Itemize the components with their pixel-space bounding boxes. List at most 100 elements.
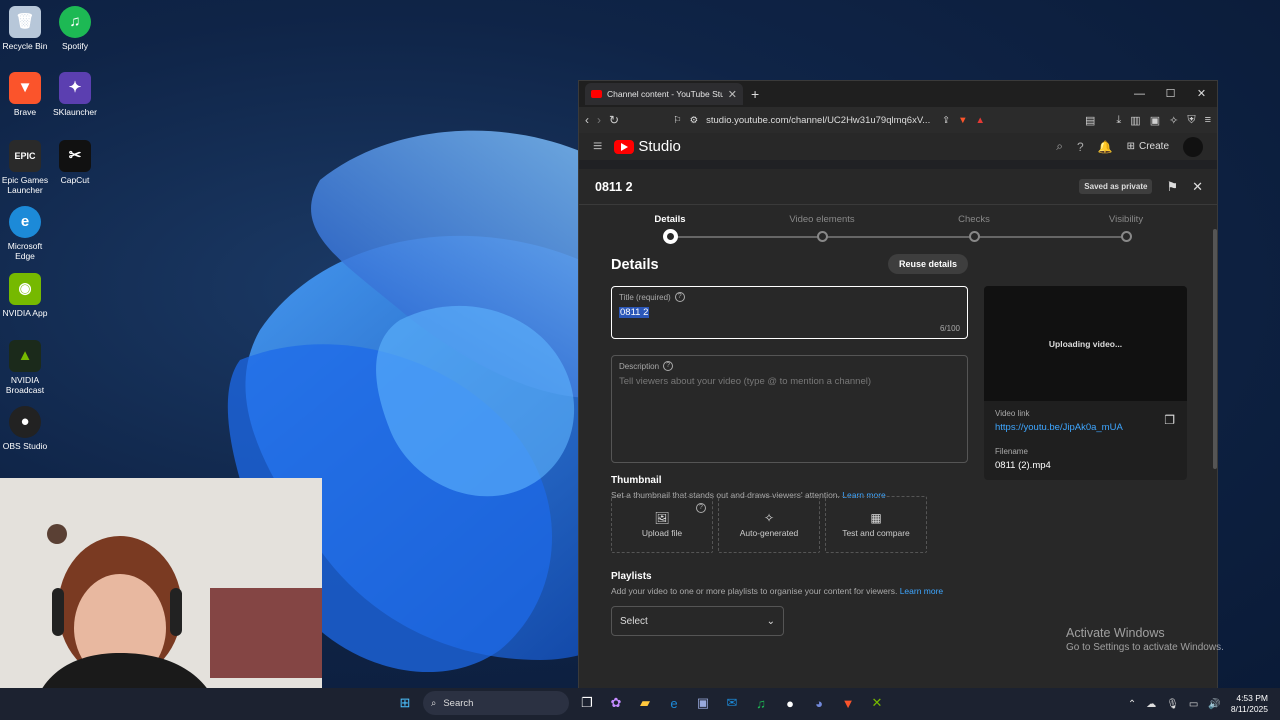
step-visibility[interactable]: Visibility <box>1076 214 1176 225</box>
store-icon[interactable]: ▣ <box>692 692 714 714</box>
desktop-icon-obs[interactable]: ● OBS Studio <box>0 406 50 451</box>
clock[interactable]: 4:53 PM 8/11/2025 <box>1231 693 1268 715</box>
thumbnail-option-label: Auto-generated <box>739 528 799 538</box>
clock-date: 8/11/2025 <box>1230 704 1268 714</box>
create-label: Create <box>1138 141 1169 152</box>
chevron-up-icon[interactable]: ⌃ <box>1128 699 1136 710</box>
upload-stepper: Details Video elements Checks Visibility <box>579 205 1217 253</box>
download-icon[interactable]: ⤓ <box>1116 114 1121 127</box>
dialog-title: 0811 2 <box>595 179 633 194</box>
start-icon[interactable]: ⊞ <box>394 692 416 714</box>
title-field[interactable]: Title (required) ? 0811 2 6/100 <box>611 286 968 339</box>
desktop-icon-spotify[interactable]: ♫ Spotify <box>50 6 100 51</box>
brave-rewards-icon[interactable]: ▲ <box>976 115 985 126</box>
desktop-icon-label: NVIDIA Broadcast <box>5 375 45 395</box>
desktop-icon-epic-games[interactable]: EPIC Epic Games Launcher <box>0 140 50 195</box>
desktop-icon-recycle-bin[interactable]: 🗑 Recycle Bin <box>0 6 50 51</box>
wallet-icon[interactable]: ▣ <box>1150 114 1160 127</box>
epic-games-icon: EPIC <box>9 140 41 172</box>
url-text[interactable]: studio.youtube.com/channel/UC2Hw31u79qlm… <box>706 115 934 126</box>
vpn-icon[interactable]: ⛨ <box>1187 114 1195 127</box>
search-icon[interactable]: ⌕ <box>1056 139 1063 154</box>
auto-generated-option[interactable]: ✧ Auto-generated <box>718 496 820 553</box>
dialog-scrollbar[interactable] <box>1213 229 1217 469</box>
xbox-icon[interactable]: ✕ <box>866 692 888 714</box>
tab-youtube-studio[interactable]: Channel content - YouTube Studio ✕ <box>585 83 743 105</box>
hamburger-icon[interactable]: ≡ <box>593 138 602 156</box>
desktop-icon-capcut[interactable]: ✂ CapCut <box>50 140 100 185</box>
recycle-bin-icon: 🗑 <box>9 6 41 38</box>
close-dialog-icon[interactable]: ✕ <box>1192 179 1203 195</box>
new-tab-button[interactable]: + <box>751 86 759 102</box>
forward-icon[interactable]: › <box>597 113 601 127</box>
help-icon[interactable]: ? <box>696 503 706 513</box>
desktop-icon-nvidia-app[interactable]: ◉ NVIDIA App <box>0 273 50 318</box>
playlists-learn-more-link[interactable]: Learn more <box>900 586 943 596</box>
volume-icon[interactable]: 🔊 <box>1208 699 1220 710</box>
notifications-icon[interactable]: 🔔 <box>1098 140 1113 154</box>
sidebar-icon[interactable]: ▥ <box>1130 114 1140 127</box>
task-view-icon[interactable]: ❐ <box>576 692 598 714</box>
spotify-icon[interactable]: ♫ <box>750 692 772 714</box>
step-checks[interactable]: Checks <box>924 214 1024 225</box>
discord-icon[interactable]: ◕ <box>808 692 830 714</box>
site-settings-icon[interactable]: ⚙ <box>690 115 699 126</box>
leo-icon[interactable]: ✧ <box>1169 114 1178 127</box>
outlook-icon[interactable]: ✉ <box>721 692 743 714</box>
address-bar[interactable]: ⚐ ⚙ studio.youtube.com/channel/UC2Hw31u7… <box>627 110 1077 130</box>
back-icon[interactable]: ‹ <box>585 113 589 127</box>
playlist-select[interactable]: Select ⌄ <box>611 606 784 636</box>
reader-icon[interactable]: ▤ <box>1085 114 1095 127</box>
studio-logo[interactable]: Studio <box>614 138 681 155</box>
desktop-icon-nvidia-broadcast[interactable]: ▲ NVIDIA Broadcast <box>0 340 50 395</box>
maximize-icon[interactable]: ☐ <box>1155 81 1186 107</box>
microphone-icon[interactable]: 🎙 <box>1166 699 1179 710</box>
edge-icon: e <box>9 206 41 238</box>
reload-icon[interactable]: ↻ <box>609 113 619 127</box>
spotify-icon: ♫ <box>59 6 91 38</box>
description-field[interactable]: Description ? Tell viewers about your vi… <box>611 355 968 463</box>
desktop-icon-label: SKlauncher <box>53 107 97 117</box>
close-tab-icon[interactable]: ✕ <box>728 88 737 101</box>
avatar[interactable] <box>1183 136 1203 157</box>
description-input[interactable]: Tell viewers about your video (type @ to… <box>619 376 871 387</box>
network-icon[interactable]: ☁ <box>1146 699 1156 710</box>
step-video-elements[interactable]: Video elements <box>772 214 872 225</box>
feedback-icon[interactable]: ⚑ <box>1166 179 1178 195</box>
taskbar-search[interactable]: ⌕ Search <box>423 691 569 715</box>
edge-icon[interactable]: e <box>663 692 685 714</box>
help-icon[interactable]: ? <box>674 292 685 302</box>
brave-shields-icon[interactable]: ▼ <box>958 115 967 126</box>
obs-icon[interactable]: ● <box>779 692 801 714</box>
file-explorer-icon[interactable]: ▰ <box>634 692 656 714</box>
copy-icon[interactable]: ❐ <box>1164 413 1175 427</box>
title-input[interactable]: 0811 2 <box>619 307 650 318</box>
thumbnail-option-label: Upload file <box>641 528 683 538</box>
playlists-subtitle: Add your video to one or more playlists … <box>611 586 943 596</box>
minimize-icon[interactable]: — <box>1124 81 1155 107</box>
help-icon[interactable]: ? <box>663 361 674 371</box>
display-icon[interactable]: ▭ <box>1189 699 1198 710</box>
upload-file-option[interactable]: 🖼 Upload file ? <box>611 496 713 553</box>
desktop-icon-edge[interactable]: e Microsoft Edge <box>0 206 50 261</box>
thumbnail-option-label: Test and compare <box>842 528 910 538</box>
bookmark-icon[interactable]: ⚐ <box>673 115 682 126</box>
test-and-compare-option[interactable]: ▦ Test and compare <box>825 496 927 553</box>
reuse-details-button[interactable]: Reuse details <box>888 254 969 274</box>
share-icon[interactable]: ⇪ <box>942 115 950 126</box>
close-window-icon[interactable]: ✕ <box>1186 81 1217 107</box>
step-details[interactable]: Details <box>620 214 720 225</box>
copilot-icon[interactable]: ✿ <box>605 692 627 714</box>
playlists-sub-text: Add your video to one or more playlists … <box>611 586 898 596</box>
desktop-icon-brave[interactable]: ▼ Brave <box>0 72 50 117</box>
menu-icon[interactable]: ≡ <box>1205 114 1211 127</box>
desktop-icon-label: Spotify <box>62 41 88 51</box>
create-icon: ⊞ <box>1126 141 1135 152</box>
help-icon[interactable]: ? <box>1077 140 1084 154</box>
brave-icon[interactable]: ▼ <box>837 692 859 714</box>
video-preview-card: Uploading video... Video link https://yo… <box>984 286 1187 480</box>
desktop-icon-sklauncher[interactable]: ✦ SKlauncher <box>50 72 100 117</box>
video-link[interactable]: https://youtu.be/JipAk0a_mUA <box>995 422 1123 433</box>
video-link-label: Video link <box>995 409 1030 418</box>
create-button[interactable]: ⊞ Create <box>1127 141 1169 152</box>
